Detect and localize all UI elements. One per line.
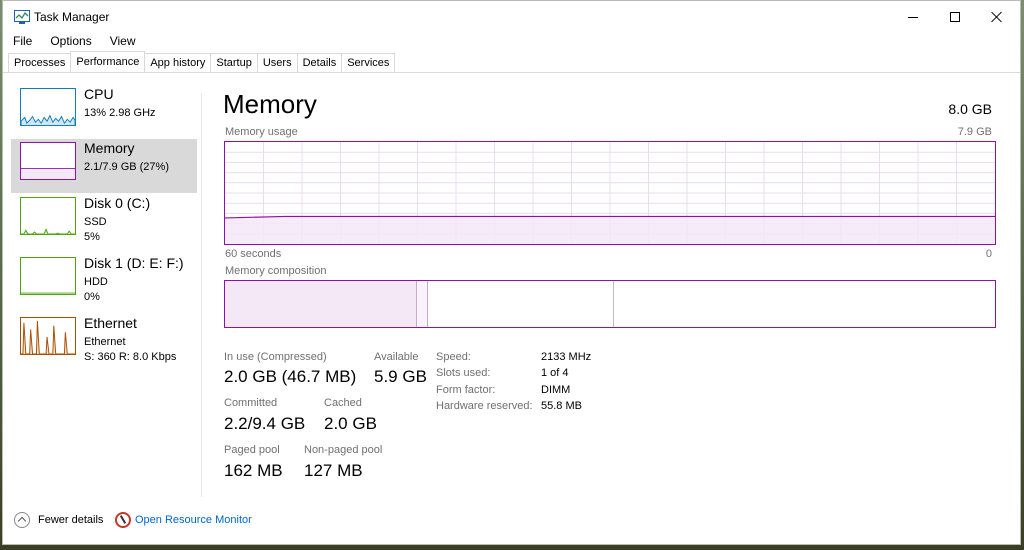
ethernet-thumbnail-graph — [20, 317, 76, 355]
sidebar-item-memory[interactable]: Memory 2.1/7.9 GB (27%) — [11, 139, 197, 193]
fewer-details-link[interactable]: Fewer details — [38, 514, 103, 526]
slots-used-value: 1 of 4 — [541, 367, 569, 379]
committed-label: Committed — [224, 397, 278, 409]
paged-pool-value: 162 MB — [224, 461, 283, 480]
available-value: 5.9 GB — [374, 367, 427, 386]
menu-options[interactable]: Options — [40, 33, 99, 51]
tab-processes[interactable]: Processes — [8, 53, 72, 73]
available-label: Available — [374, 351, 419, 363]
paged-pool-label: Paged pool — [224, 444, 280, 456]
memory-usage-max: 7.9 GB — [957, 126, 992, 138]
tab-performance[interactable]: Performance — [70, 51, 146, 73]
sidebar-item-disk-0[interactable]: Disk 0 (C:) SSD 5% — [11, 194, 197, 248]
disk-0-thumbnail-graph — [20, 197, 76, 235]
performance-sidebar: CPU 13% 2.98 GHz Memory 2.1/7.9 GB (27%)… — [3, 81, 201, 497]
disk-1-thumbnail-graph — [20, 257, 76, 295]
sidebar-item-detail: 2.1/7.9 GB (27%) — [84, 161, 169, 173]
hardware-reserved-value: 55.8 MB — [541, 400, 582, 412]
menu-file[interactable]: File — [3, 33, 40, 51]
minimize-button[interactable] — [891, 1, 935, 33]
maximize-button[interactable] — [933, 1, 977, 33]
composition-modified[interactable] — [418, 281, 428, 327]
tab-services[interactable]: Services — [341, 53, 396, 73]
tab-startup[interactable]: Startup — [210, 53, 258, 73]
sidebar-item-detail: SSD — [84, 216, 107, 228]
in-use-label: In use (Compressed) — [224, 351, 327, 363]
slots-used-label: Slots used: — [436, 367, 491, 379]
menu-bar: File Options View — [3, 33, 144, 51]
committed-value: 2.2/9.4 GB — [224, 414, 306, 433]
task-manager-icon — [14, 10, 30, 24]
sidebar-item-detail: Ethernet — [84, 336, 126, 348]
form-factor-label: Form factor: — [436, 384, 496, 396]
memory-composition-bar — [224, 280, 996, 328]
sidebar-item-usage: 0% — [84, 291, 100, 303]
sidebar-item-title: Memory — [84, 140, 135, 156]
cpu-thumbnail-graph — [20, 88, 76, 126]
sidebar-divider — [201, 93, 202, 497]
task-manager-window: Task Manager File Options View Processes… — [2, 0, 1021, 545]
sidebar-item-title: Ethernet — [84, 315, 137, 331]
tab-app-history[interactable]: App history — [144, 53, 212, 73]
sidebar-item-detail: HDD — [84, 276, 108, 288]
close-icon — [991, 11, 1003, 23]
total-memory: 8.0 GB — [948, 101, 992, 117]
sidebar-item-title: CPU — [84, 86, 114, 102]
sidebar-item-title: Disk 0 (C:) — [84, 195, 151, 211]
non-paged-pool-label: Non-paged pool — [304, 444, 383, 456]
resource-monitor-icon[interactable] — [115, 512, 131, 528]
tab-strip: Processes Performance App history Startu… — [8, 51, 396, 73]
minimize-icon — [908, 16, 918, 18]
memory-thumbnail-graph — [20, 142, 76, 180]
non-paged-pool-value: 127 MB — [304, 461, 363, 480]
tab-details[interactable]: Details — [296, 53, 343, 73]
sidebar-item-throughput: S: 360 R: 8.0 Kbps — [84, 351, 177, 363]
cached-label: Cached — [324, 397, 362, 409]
sidebar-item-title: Disk 1 (D: E: F:) — [84, 255, 184, 271]
maximize-icon — [950, 12, 960, 22]
speed-value: 2133 MHz — [541, 351, 592, 363]
title-bar[interactable]: Task Manager — [3, 1, 1020, 33]
composition-in-use[interactable] — [225, 281, 417, 327]
memory-usage-label: Memory usage — [225, 126, 298, 138]
graph-time-start: 60 seconds — [225, 248, 282, 260]
sidebar-item-usage: 5% — [84, 231, 100, 243]
sidebar-item-disk-1[interactable]: Disk 1 (D: E: F:) HDD 0% — [11, 254, 197, 308]
menu-view[interactable]: View — [100, 33, 144, 51]
composition-standby[interactable] — [429, 281, 614, 327]
cached-value: 2.0 GB — [324, 414, 377, 433]
memory-composition-label: Memory composition — [225, 265, 327, 277]
open-resource-monitor-link[interactable]: Open Resource Monitor — [135, 514, 252, 526]
window-title: Task Manager — [34, 10, 110, 24]
sidebar-item-cpu[interactable]: CPU 13% 2.98 GHz — [11, 85, 197, 139]
tab-divider — [3, 72, 1020, 73]
hardware-reserved-label: Hardware reserved: — [436, 400, 533, 412]
composition-free[interactable] — [615, 281, 995, 327]
memory-usage-graph — [224, 141, 996, 245]
sidebar-item-ethernet[interactable]: Ethernet Ethernet S: 360 R: 8.0 Kbps — [11, 314, 197, 368]
form-factor-value: DIMM — [541, 384, 571, 396]
sidebar-item-detail: 13% 2.98 GHz — [84, 107, 156, 119]
in-use-value: 2.0 GB (46.7 MB) — [224, 367, 357, 386]
memory-usage-area — [225, 216, 995, 244]
page-title: Memory — [223, 89, 317, 119]
close-button[interactable] — [975, 1, 1019, 33]
speed-label: Speed: — [436, 351, 471, 363]
tab-users[interactable]: Users — [256, 53, 298, 73]
chevron-up-icon[interactable] — [14, 512, 30, 528]
graph-time-end: 0 — [985, 248, 992, 260]
footer-bar: Fewer details Open Resource Monitor — [3, 509, 1020, 535]
